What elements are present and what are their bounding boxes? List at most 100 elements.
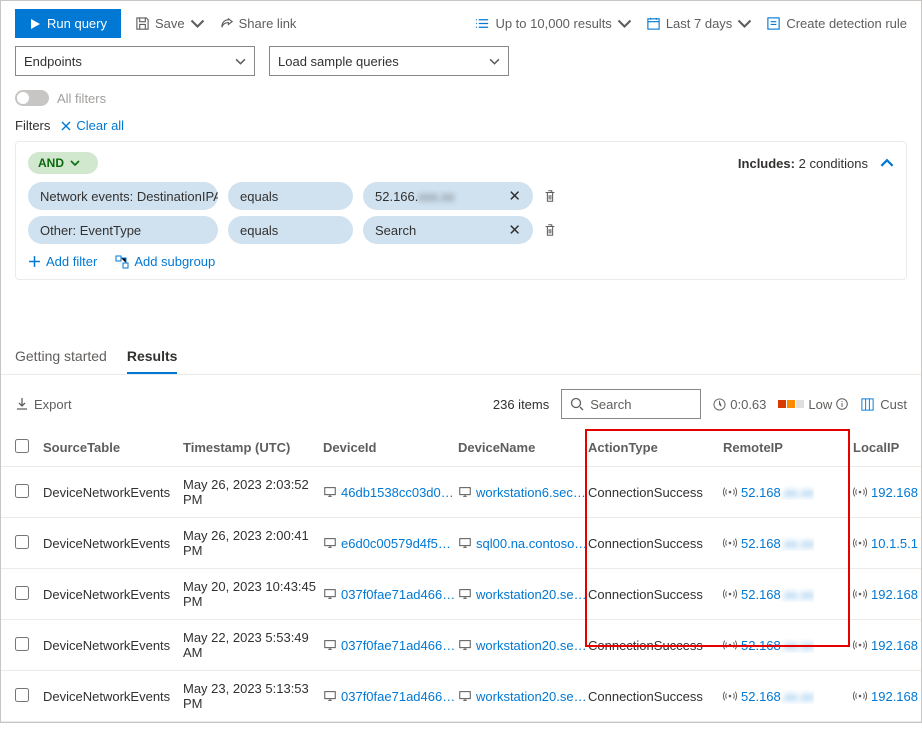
table-row[interactable]: DeviceNetworkEventsMay 20, 2023 10:43:45… — [1, 569, 921, 620]
filter-op-pill[interactable]: equals — [228, 182, 353, 210]
run-query-button[interactable]: Run query — [15, 9, 121, 38]
cell-source: DeviceNetworkEvents — [43, 689, 183, 704]
filter-op-pill[interactable]: equals — [228, 216, 353, 244]
row-checkbox[interactable] — [15, 637, 29, 651]
cell-devicename[interactable]: workstation6.seccxp... — [458, 485, 588, 500]
chevron-down-icon — [737, 16, 752, 31]
monitor-icon — [323, 485, 337, 499]
cell-localip[interactable]: 192.168 — [853, 485, 921, 500]
scope-dropdown[interactable]: Endpoints — [15, 46, 255, 76]
col-deviceid[interactable]: DeviceId — [323, 440, 458, 455]
chevron-up-icon[interactable] — [880, 156, 894, 170]
table-row[interactable]: DeviceNetworkEventsMay 23, 2023 5:13:53 … — [1, 671, 921, 722]
export-button[interactable]: Export — [15, 397, 72, 412]
filter-builder-panel: AND Includes: 2 conditions Network event… — [15, 141, 907, 280]
elapsed-time: 0:0.63 — [713, 397, 766, 412]
col-source[interactable]: SourceTable — [43, 440, 183, 455]
remove-value-button[interactable]: ✕ — [508, 221, 521, 239]
cell-actiontype: ConnectionSuccess — [588, 536, 723, 551]
cell-devicename[interactable]: sql00.na.contosohote... — [458, 536, 588, 551]
search-placeholder: Search — [590, 397, 631, 412]
cell-remoteip[interactable]: 52.168.xx.xx — [723, 638, 853, 653]
results-search-input[interactable]: Search — [561, 389, 701, 419]
cell-localip[interactable]: 10.1.5.1 — [853, 536, 921, 551]
add-subgroup-button[interactable]: Add subgroup — [115, 254, 215, 269]
info-icon[interactable] — [836, 398, 848, 410]
delete-filter-icon[interactable] — [543, 189, 557, 203]
filter-row: Network events: DestinationIPA... equals… — [28, 182, 894, 210]
add-subgroup-label: Add subgroup — [134, 254, 215, 269]
sample-queries-dropdown[interactable]: Load sample queries — [269, 46, 509, 76]
cell-actiontype: ConnectionSuccess — [588, 485, 723, 500]
monitor-icon — [323, 536, 337, 550]
cell-remoteip[interactable]: 52.168.xx.xx — [723, 689, 853, 704]
col-timestamp[interactable]: Timestamp (UTC) — [183, 440, 323, 455]
network-icon — [853, 587, 867, 601]
filter-value-pill[interactable]: Search ✕ — [363, 216, 533, 244]
remove-value-button[interactable]: ✕ — [508, 187, 521, 205]
network-icon — [853, 536, 867, 550]
chevron-down-icon — [235, 56, 246, 67]
filter-field-pill[interactable]: Network events: DestinationIPA... — [28, 182, 218, 210]
items-count: 236 items — [493, 397, 549, 412]
cell-deviceid[interactable]: 037f0fae71ad4661e3... — [323, 689, 458, 704]
cell-devicename[interactable]: workstation20.seccxp... — [458, 587, 588, 602]
clock-icon — [713, 398, 726, 411]
filter-field-pill[interactable]: Other: EventType — [28, 216, 218, 244]
row-checkbox[interactable] — [15, 586, 29, 600]
table-row[interactable]: DeviceNetworkEventsMay 26, 2023 2:03:52 … — [1, 467, 921, 518]
save-label: Save — [155, 16, 185, 31]
cell-localip[interactable]: 192.168 — [853, 587, 921, 602]
row-checkbox[interactable] — [15, 535, 29, 549]
share-link-button[interactable]: Share link — [219, 16, 297, 31]
delete-filter-icon[interactable] — [543, 223, 557, 237]
cell-deviceid[interactable]: 037f0fae71ad4661e3... — [323, 587, 458, 602]
cell-deviceid[interactable]: 46db1538cc03d01ed... — [323, 485, 458, 500]
cell-source: DeviceNetworkEvents — [43, 587, 183, 602]
clear-all-button[interactable]: Clear all — [60, 118, 124, 133]
table-row[interactable]: DeviceNetworkEventsMay 26, 2023 2:00:41 … — [1, 518, 921, 569]
clear-all-label: Clear all — [76, 118, 124, 133]
col-localip[interactable]: LocalIP — [853, 440, 921, 455]
tab-getting-started[interactable]: Getting started — [15, 340, 107, 374]
customize-columns-button[interactable]: Cust — [860, 397, 907, 412]
chevron-down-icon — [70, 158, 80, 168]
add-filter-label: Add filter — [46, 254, 97, 269]
time-range-dropdown[interactable]: Last 7 days — [646, 16, 753, 31]
network-icon — [723, 587, 737, 601]
select-all-checkbox[interactable] — [15, 439, 29, 453]
chevron-down-icon — [617, 16, 632, 31]
col-actiontype[interactable]: ActionType — [588, 440, 723, 455]
col-remoteip[interactable]: RemoteIP — [723, 440, 853, 455]
cell-localip[interactable]: 192.168 — [853, 638, 921, 653]
create-detection-rule-button[interactable]: Create detection rule — [766, 16, 907, 31]
perf-indicator: Low — [778, 397, 848, 412]
cell-devicename[interactable]: workstation20.seccxp... — [458, 638, 588, 653]
monitor-icon — [458, 587, 472, 601]
list-icon — [475, 16, 490, 31]
cell-remoteip[interactable]: 52.168.xx.xx — [723, 536, 853, 551]
col-devicename[interactable]: DeviceName — [458, 440, 588, 455]
cell-actiontype: ConnectionSuccess — [588, 587, 723, 602]
cell-actiontype: ConnectionSuccess — [588, 689, 723, 704]
filter-value-pill[interactable]: 52.166.xxx.xx ✕ — [363, 182, 533, 210]
cell-deviceid[interactable]: 037f0fae71ad4661e3... — [323, 638, 458, 653]
share-label: Share link — [239, 16, 297, 31]
create-rule-label: Create detection rule — [786, 16, 907, 31]
row-checkbox[interactable] — [15, 688, 29, 702]
cell-remoteip[interactable]: 52.168.xx.xx — [723, 485, 853, 500]
network-icon — [853, 485, 867, 499]
add-filter-button[interactable]: Add filter — [28, 254, 97, 269]
table-row[interactable]: DeviceNetworkEventsMay 22, 2023 5:53:49 … — [1, 620, 921, 671]
monitor-icon — [458, 689, 472, 703]
row-checkbox[interactable] — [15, 484, 29, 498]
operator-pill[interactable]: AND — [28, 152, 98, 174]
results-limit-dropdown[interactable]: Up to 10,000 results — [475, 16, 631, 31]
cell-remoteip[interactable]: 52.168.xx.xx — [723, 587, 853, 602]
cell-devicename[interactable]: workstation20.seccxp... — [458, 689, 588, 704]
tab-results[interactable]: Results — [127, 340, 178, 374]
all-filters-toggle[interactable] — [15, 90, 49, 106]
cell-deviceid[interactable]: e6d0c00579d4f51ee1... — [323, 536, 458, 551]
cell-localip[interactable]: 192.168 — [853, 689, 921, 704]
save-button[interactable]: Save — [135, 16, 205, 31]
